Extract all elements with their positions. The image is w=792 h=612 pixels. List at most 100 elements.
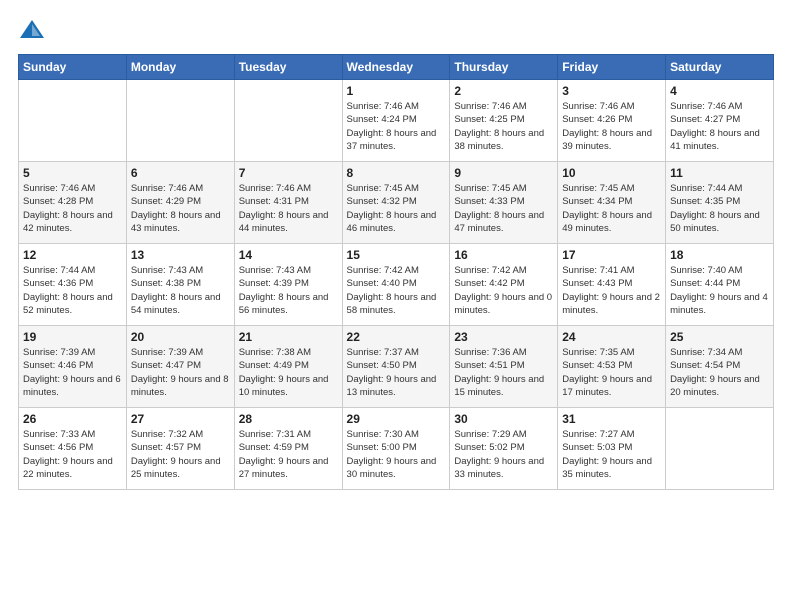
day-cell-24: 24 Sunrise: 7:35 AM Sunset: 4:53 PM Dayli… [558, 326, 666, 408]
day-info: Sunrise: 7:42 AM Sunset: 4:40 PM Dayligh… [347, 264, 446, 317]
day-number: 5 [23, 166, 122, 180]
day-number: 16 [454, 248, 553, 262]
day-info: Sunrise: 7:44 AM Sunset: 4:35 PM Dayligh… [670, 182, 769, 235]
day-cell-2: 2 Sunrise: 7:46 AM Sunset: 4:25 PM Daylig… [450, 80, 558, 162]
day-info: Sunrise: 7:31 AM Sunset: 4:59 PM Dayligh… [239, 428, 338, 481]
day-info: Sunrise: 7:46 AM Sunset: 4:24 PM Dayligh… [347, 100, 446, 153]
week-row-5: 26 Sunrise: 7:33 AM Sunset: 4:56 PM Dayli… [19, 408, 774, 490]
day-cell-15: 15 Sunrise: 7:42 AM Sunset: 4:40 PM Dayli… [342, 244, 450, 326]
day-number: 6 [131, 166, 230, 180]
day-number: 12 [23, 248, 122, 262]
day-cell-1: 1 Sunrise: 7:46 AM Sunset: 4:24 PM Daylig… [342, 80, 450, 162]
day-cell-14: 14Sunrise: 7:43 AM Sunset: 4:39 PM Dayli… [234, 244, 342, 326]
day-header-wednesday: Wednesday [342, 55, 450, 80]
day-number: 9 [454, 166, 553, 180]
day-number: 11 [670, 166, 769, 180]
day-info: Sunrise: 7:42 AM Sunset: 4:42 PM Dayligh… [454, 264, 553, 317]
day-cell-6: 6 Sunrise: 7:46 AM Sunset: 4:29 PM Daylig… [126, 162, 234, 244]
day-info: Sunrise: 7:43 AM Sunset: 4:38 PM Dayligh… [131, 264, 230, 317]
day-number: 8 [347, 166, 446, 180]
week-row-1: 1 Sunrise: 7:46 AM Sunset: 4:24 PM Daylig… [19, 80, 774, 162]
day-number: 25 [670, 330, 769, 344]
day-number: 30 [454, 412, 553, 426]
day-header-sunday: Sunday [19, 55, 127, 80]
day-cell-20: 20Sunrise: 7:39 AM Sunset: 4:47 PM Dayli… [126, 326, 234, 408]
day-info: Sunrise: 7:45 AM Sunset: 4:33 PM Dayligh… [454, 182, 553, 235]
day-info: Sunrise: 7:46 AM Sunset: 4:25 PM Dayligh… [454, 100, 553, 153]
week-row-4: 19 Sunrise: 7:39 AM Sunset: 4:46 PM Dayli… [19, 326, 774, 408]
day-cell-29: 29 Sunrise: 7:30 AM Sunset: 5:00 PM Dayli… [342, 408, 450, 490]
day-number: 17 [562, 248, 661, 262]
day-number: 13 [131, 248, 230, 262]
day-cell-26: 26 Sunrise: 7:33 AM Sunset: 4:56 PM Dayli… [19, 408, 127, 490]
day-cell-8: 8 Sunrise: 7:45 AM Sunset: 4:32 PM Daylig… [342, 162, 450, 244]
day-info: Sunrise: 7:38 AM Sunset: 4:49 PM Dayligh… [239, 346, 338, 399]
day-cell-16: 16 Sunrise: 7:42 AM Sunset: 4:42 PM Dayli… [450, 244, 558, 326]
day-number: 24 [562, 330, 661, 344]
empty-cell [234, 80, 342, 162]
empty-cell [19, 80, 127, 162]
day-cell-10: 10 Sunrise: 7:45 AM Sunset: 4:34 PM Dayli… [558, 162, 666, 244]
day-number: 4 [670, 84, 769, 98]
day-cell-18: 18Sunrise: 7:40 AM Sunset: 4:44 PM Dayli… [666, 244, 774, 326]
day-cell-3: 3 Sunrise: 7:46 AM Sunset: 4:26 PM Daylig… [558, 80, 666, 162]
day-info: Sunrise: 7:46 AM Sunset: 4:28 PM Dayligh… [23, 182, 122, 235]
day-cell-19: 19 Sunrise: 7:39 AM Sunset: 4:46 PM Dayli… [19, 326, 127, 408]
day-cell-28: 28 Sunrise: 7:31 AM Sunset: 4:59 PM Dayli… [234, 408, 342, 490]
day-cell-17: 17Sunrise: 7:41 AM Sunset: 4:43 PM Dayli… [558, 244, 666, 326]
day-info: Sunrise: 7:45 AM Sunset: 4:34 PM Dayligh… [562, 182, 661, 235]
day-number: 31 [562, 412, 661, 426]
day-info: Sunrise: 7:46 AM Sunset: 4:31 PM Dayligh… [239, 182, 338, 235]
day-cell-31: 31 Sunrise: 7:27 AM Sunset: 5:03 PM Dayli… [558, 408, 666, 490]
day-cell-30: 30Sunrise: 7:29 AM Sunset: 5:02 PM Dayli… [450, 408, 558, 490]
day-info: Sunrise: 7:46 AM Sunset: 4:29 PM Dayligh… [131, 182, 230, 235]
day-cell-4: 4 Sunrise: 7:46 AM Sunset: 4:27 PM Daylig… [666, 80, 774, 162]
day-info: Sunrise: 7:44 AM Sunset: 4:36 PM Dayligh… [23, 264, 122, 317]
day-number: 19 [23, 330, 122, 344]
day-cell-13: 13 Sunrise: 7:43 AM Sunset: 4:38 PM Dayli… [126, 244, 234, 326]
day-cell-27: 27Sunrise: 7:32 AM Sunset: 4:57 PM Dayli… [126, 408, 234, 490]
day-info: Sunrise: 7:33 AM Sunset: 4:56 PM Dayligh… [23, 428, 122, 481]
week-row-3: 12 Sunrise: 7:44 AM Sunset: 4:36 PM Dayli… [19, 244, 774, 326]
day-number: 28 [239, 412, 338, 426]
logo-icon [18, 16, 46, 44]
day-info: Sunrise: 7:27 AM Sunset: 5:03 PM Dayligh… [562, 428, 661, 481]
day-number: 18 [670, 248, 769, 262]
day-cell-9: 9 Sunrise: 7:45 AM Sunset: 4:33 PM Daylig… [450, 162, 558, 244]
header [18, 16, 774, 44]
day-info: Sunrise: 7:36 AM Sunset: 4:51 PM Dayligh… [454, 346, 553, 399]
day-header-friday: Friday [558, 55, 666, 80]
day-info: Sunrise: 7:45 AM Sunset: 4:32 PM Dayligh… [347, 182, 446, 235]
day-info: Sunrise: 7:46 AM Sunset: 4:26 PM Dayligh… [562, 100, 661, 153]
week-row-2: 5 Sunrise: 7:46 AM Sunset: 4:28 PM Daylig… [19, 162, 774, 244]
day-cell-5: 5 Sunrise: 7:46 AM Sunset: 4:28 PM Daylig… [19, 162, 127, 244]
day-info: Sunrise: 7:30 AM Sunset: 5:00 PM Dayligh… [347, 428, 446, 481]
logo [18, 16, 50, 44]
day-number: 1 [347, 84, 446, 98]
day-info: Sunrise: 7:43 AM Sunset: 4:39 PM Dayligh… [239, 264, 338, 317]
day-header-tuesday: Tuesday [234, 55, 342, 80]
calendar: SundayMondayTuesdayWednesdayThursdayFrid… [18, 54, 774, 490]
page: SundayMondayTuesdayWednesdayThursdayFrid… [0, 0, 792, 612]
day-info: Sunrise: 7:39 AM Sunset: 4:47 PM Dayligh… [131, 346, 230, 399]
day-number: 26 [23, 412, 122, 426]
day-info: Sunrise: 7:46 AM Sunset: 4:27 PM Dayligh… [670, 100, 769, 153]
day-info: Sunrise: 7:37 AM Sunset: 4:50 PM Dayligh… [347, 346, 446, 399]
header-row: SundayMondayTuesdayWednesdayThursdayFrid… [19, 55, 774, 80]
day-header-thursday: Thursday [450, 55, 558, 80]
day-number: 22 [347, 330, 446, 344]
day-number: 23 [454, 330, 553, 344]
day-cell-23: 23 Sunrise: 7:36 AM Sunset: 4:51 PM Dayli… [450, 326, 558, 408]
day-number: 27 [131, 412, 230, 426]
day-number: 10 [562, 166, 661, 180]
day-header-monday: Monday [126, 55, 234, 80]
day-info: Sunrise: 7:39 AM Sunset: 4:46 PM Dayligh… [23, 346, 122, 399]
day-number: 7 [239, 166, 338, 180]
empty-cell [666, 408, 774, 490]
day-number: 15 [347, 248, 446, 262]
day-number: 29 [347, 412, 446, 426]
day-number: 3 [562, 84, 661, 98]
day-number: 21 [239, 330, 338, 344]
day-number: 2 [454, 84, 553, 98]
day-info: Sunrise: 7:35 AM Sunset: 4:53 PM Dayligh… [562, 346, 661, 399]
